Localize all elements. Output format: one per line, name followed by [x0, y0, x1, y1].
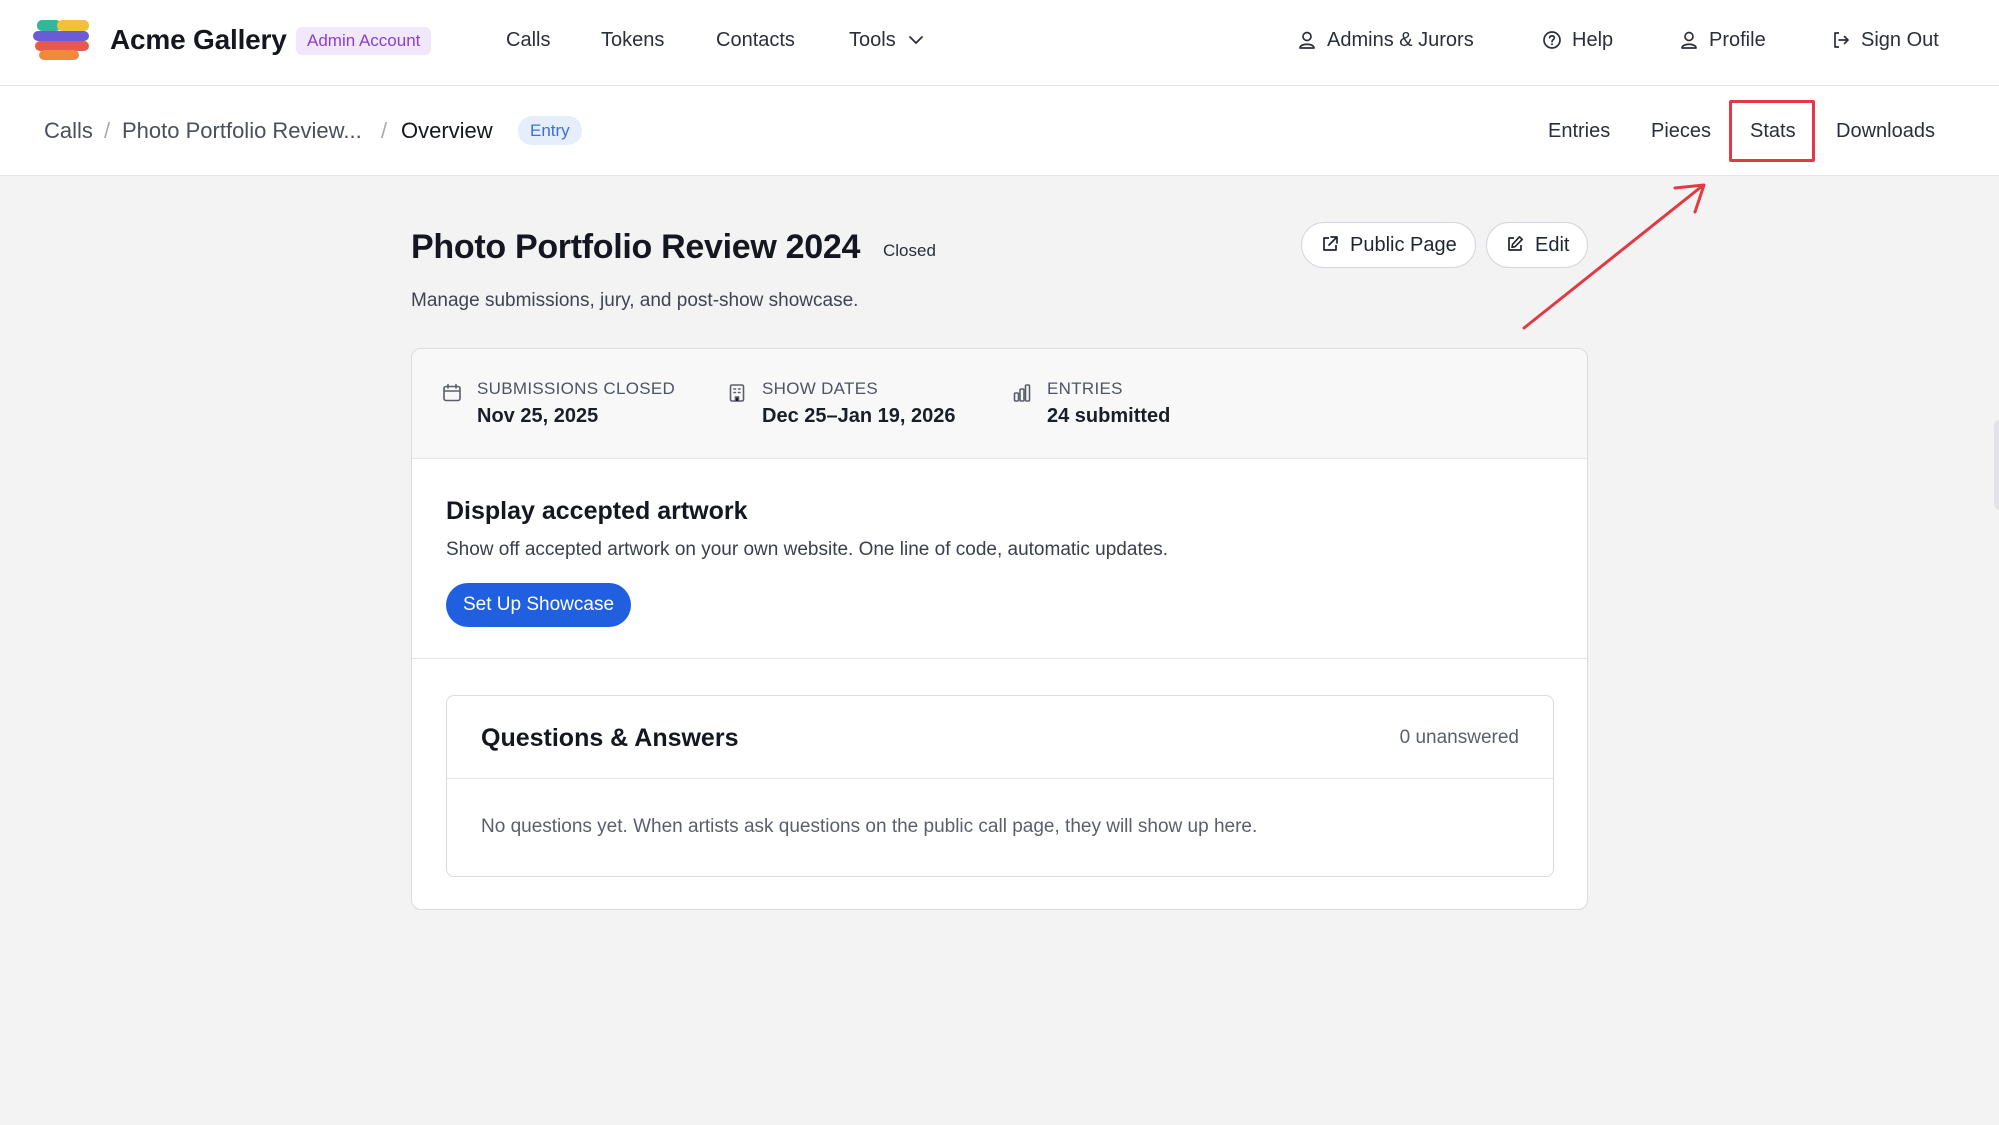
- nav-tools-label: Tools: [849, 29, 896, 51]
- nav-admins-jurors-label: Admins & Jurors: [1327, 29, 1474, 51]
- user-icon: [1681, 31, 1697, 49]
- status-badge: Closed: [883, 241, 936, 260]
- nav-admins-jurors[interactable]: Admins & Jurors: [1297, 28, 1474, 52]
- user-icon: [1299, 31, 1315, 49]
- breadcrumb-separator: /: [104, 118, 111, 143]
- nav-profile-label: Profile: [1709, 29, 1766, 51]
- qa-empty-message: No questions yet. When artists ask quest…: [481, 816, 1258, 837]
- showcase-title: Display accepted artwork: [446, 497, 748, 525]
- qa-header: Questions & Answers 0 unanswered: [447, 696, 1553, 779]
- stats-highlight-box: [1729, 100, 1815, 162]
- edit-button[interactable]: Edit: [1486, 222, 1589, 268]
- tab-downloads[interactable]: Downloads: [1836, 119, 1935, 143]
- help-circle-icon: [1543, 31, 1561, 49]
- breadcrumb-calls[interactable]: Calls: [44, 118, 93, 144]
- building-icon: [729, 384, 745, 402]
- edit-label: Edit: [1535, 234, 1570, 256]
- breadcrumb-separator: /: [381, 118, 388, 143]
- edit-icon: [1508, 236, 1523, 251]
- set-up-showcase-button[interactable]: Set Up Showcase: [446, 583, 632, 627]
- bar-chart-icon: [1013, 384, 1031, 402]
- qa-unanswered-count: 0 unanswered: [1399, 727, 1519, 748]
- calendar-icon: [443, 383, 461, 402]
- nav-tools[interactable]: Tools: [849, 28, 925, 52]
- nav-contacts[interactable]: Contacts: [716, 28, 795, 52]
- page-description: Manage submissions, jury, and post-show …: [411, 290, 859, 311]
- external-link-icon: [1323, 236, 1338, 251]
- tab-entries[interactable]: Entries: [1548, 119, 1610, 143]
- public-page-button[interactable]: Public Page: [1301, 222, 1476, 268]
- breadcrumb-current: Overview: [401, 118, 493, 143]
- nav-help[interactable]: Help: [1542, 28, 1613, 52]
- public-page-label: Public Page: [1350, 234, 1457, 256]
- admin-account-badge: Admin Account: [296, 27, 432, 55]
- tab-pieces[interactable]: Pieces: [1651, 119, 1711, 143]
- sign-out-icon: [1834, 32, 1849, 48]
- entry-badge: Entry: [518, 116, 582, 145]
- nav-tokens[interactable]: Tokens: [601, 28, 664, 52]
- nav-help-label: Help: [1572, 29, 1614, 51]
- stats-row: SUBMISSIONS CLOSED Nov 25, 2025 SHOW DAT…: [412, 349, 1587, 459]
- stat-value: 24 submitted: [1047, 405, 1171, 427]
- nav-sign-out[interactable]: Sign Out: [1831, 28, 1939, 52]
- stat-value: Dec 25–Jan 19, 2026: [762, 405, 956, 427]
- stat-value: Nov 25, 2025: [477, 405, 599, 427]
- stat-label: SHOW DATES: [762, 379, 879, 398]
- chevron-down-icon: [909, 36, 924, 45]
- nav-profile[interactable]: Profile: [1679, 28, 1766, 52]
- sub-header: Calls / Photo Portfolio Review... / Over…: [0, 86, 1999, 176]
- side-panel-handle[interactable]: [1994, 420, 1999, 510]
- brand-name[interactable]: Acme Gallery: [110, 24, 287, 56]
- questions-answers-panel: Questions & Answers 0 unanswered No ques…: [446, 695, 1554, 877]
- nav-sign-out-label: Sign Out: [1861, 29, 1939, 51]
- nav-calls[interactable]: Calls: [506, 28, 550, 52]
- page-title: Photo Portfolio Review 2024: [411, 228, 861, 266]
- stat-label: ENTRIES: [1047, 379, 1123, 398]
- showcase-description: Show off accepted artwork on your own we…: [446, 539, 1169, 560]
- overview-card: SUBMISSIONS CLOSED Nov 25, 2025 SHOW DAT…: [411, 348, 1588, 910]
- top-navigation: Acme Gallery Admin Account Calls Tokens …: [0, 0, 1999, 86]
- showcase-section: Display accepted artwork Show off accept…: [412, 459, 1587, 659]
- stat-label: SUBMISSIONS CLOSED: [477, 379, 676, 398]
- breadcrumb-call-name[interactable]: Photo Portfolio Review...: [122, 118, 362, 144]
- qa-title: Questions & Answers: [481, 724, 739, 752]
- brand-logo-icon[interactable]: [33, 18, 93, 62]
